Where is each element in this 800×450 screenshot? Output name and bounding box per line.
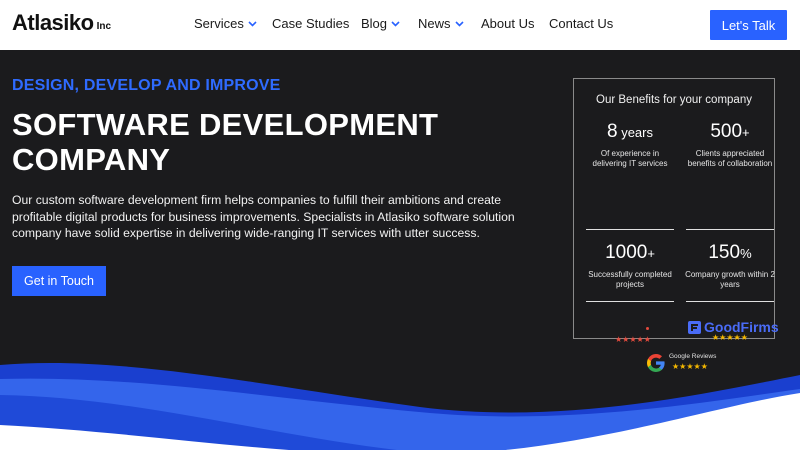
divider — [686, 229, 774, 230]
hero-title: SOFTWARE DEVELOPMENT COMPANY — [12, 107, 439, 177]
goodfirms-icon — [688, 320, 701, 334]
clutch-dot-icon — [646, 327, 649, 330]
nav-item-about-us[interactable]: About Us — [481, 16, 534, 31]
stat-value: 1000+ — [605, 242, 655, 263]
nav-item-case-studies[interactable]: Case Studies — [272, 16, 349, 31]
lets-talk-button[interactable]: Let's Talk — [710, 10, 787, 40]
nav-item-services[interactable]: Services — [194, 16, 257, 31]
benefits-panel: Our Benefits for your company 8 years Of… — [573, 78, 779, 372]
divider — [686, 301, 774, 302]
hero-section: DESIGN, DEVELOP AND IMPROVE SOFTWARE DEV… — [0, 50, 800, 450]
stat-label: Clients appreciated benefits of collabor… — [687, 149, 773, 168]
nav-item-label: Services — [194, 16, 244, 31]
goodfirms-rating-stars: ★★★★★ — [712, 333, 748, 342]
nav-item-label: Blog — [361, 16, 388, 31]
divider — [586, 229, 674, 230]
stat-value: 8 years — [607, 121, 653, 142]
clutch-rating-stars[interactable]: ★★★★★ — [615, 335, 651, 344]
decorative-wave — [0, 363, 800, 450]
main-nav: Services Case Studies Blog News About Us… — [0, 16, 800, 34]
hero-description: Our custom software development firm hel… — [12, 193, 515, 240]
nav-item-label: News — [418, 16, 451, 31]
chevron-down-icon — [454, 20, 464, 27]
nav-item-label: About Us — [481, 16, 535, 31]
stat-clients: 500+ Clients appreciated benefits of col… — [685, 121, 775, 169]
nav-item-news[interactable]: News — [418, 16, 464, 31]
chevron-down-icon — [248, 20, 257, 27]
stat-experience: 8 years Of experience in delivering IT s… — [585, 121, 675, 169]
hero-eyebrow: DESIGN, DEVELOP AND IMPROVE — [12, 77, 281, 94]
chevron-down-icon — [391, 20, 400, 27]
stat-label: Successfully completed projects — [588, 270, 672, 289]
site-header: Atlasiko Inc Services Case Studies Blog … — [0, 0, 800, 50]
nav-item-label: Case Studies — [272, 16, 350, 31]
stat-value: 500+ — [710, 121, 750, 142]
stat-growth: 150% Company growth within 2 years — [685, 242, 775, 290]
get-in-touch-button[interactable]: Get in Touch — [12, 266, 106, 296]
benefits-title: Our Benefits for your company — [596, 94, 752, 106]
stat-value: 150% — [708, 242, 752, 263]
stat-label: Of experience in delivering IT services — [592, 149, 668, 168]
nav-item-label: Contact Us — [549, 16, 614, 31]
stat-label: Company growth within 2 years — [685, 270, 775, 289]
divider — [586, 301, 674, 302]
nav-item-blog[interactable]: Blog — [361, 16, 400, 31]
nav-item-contact-us[interactable]: Contact Us — [549, 16, 613, 31]
stat-projects: 1000+ Successfully completed projects — [585, 242, 675, 290]
